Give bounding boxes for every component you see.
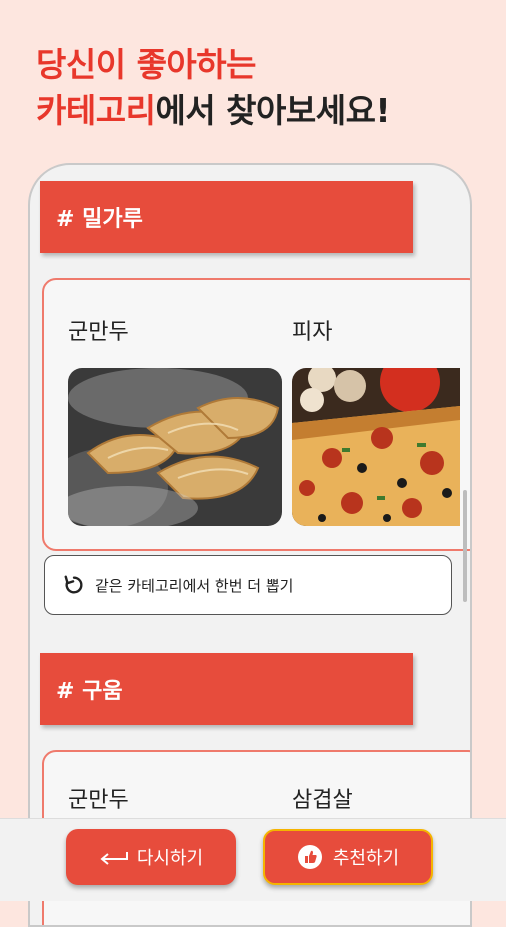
headline: 당신이 좋아하는 카테고리에서 찾아보세요! <box>36 42 391 134</box>
bottom-action-bar: 다시하기 추천하기 <box>0 818 506 901</box>
retry-button[interactable]: 다시하기 <box>66 829 236 885</box>
category-banner-grilled: # 구움 <box>40 653 413 725</box>
recommend-button-label: 추천하기 <box>332 848 400 869</box>
redraw-same-category-button[interactable]: 같은 카테고리에서 한번 더 뽑기 <box>44 555 452 615</box>
recommend-button[interactable]: 추천하기 <box>263 829 433 885</box>
retry-button-label: 다시하기 <box>136 848 204 869</box>
arrow-back-icon <box>100 852 128 865</box>
headline-category-word: 카테고리 <box>36 91 156 130</box>
redraw-label: 같은 카테고리에서 한번 더 뽑기 <box>95 576 294 595</box>
category-title: # 구움 <box>56 679 123 704</box>
food-name-dumplings: 군만두 <box>68 320 129 345</box>
thumbs-up-icon <box>297 845 322 869</box>
category-banner-flour: # 밀가루 <box>40 181 413 253</box>
category-title: # 밀가루 <box>56 207 143 232</box>
food-card-flour: 군만두 피자 <box>42 278 470 551</box>
headline-line-1: 당신이 좋아하는 <box>36 45 257 84</box>
pizza-photo[interactable] <box>292 368 460 526</box>
refresh-icon <box>64 575 83 594</box>
food-name-dumplings: 군만두 <box>68 788 129 813</box>
food-name-pork-belly: 삼겹살 <box>292 788 353 813</box>
headline-rest: 에서 찾아보세요! <box>155 91 391 130</box>
scrollbar[interactable] <box>463 490 467 602</box>
food-name-pizza: 피자 <box>292 320 333 345</box>
dumplings-photo[interactable] <box>68 368 282 526</box>
headline-line-2: 카테고리에서 찾아보세요! <box>36 88 391 134</box>
phone-frame: # 밀가루 군만두 피자 같은 카테고리에서 한번 더 뽑기 # 구움 군만두 … <box>28 163 472 927</box>
